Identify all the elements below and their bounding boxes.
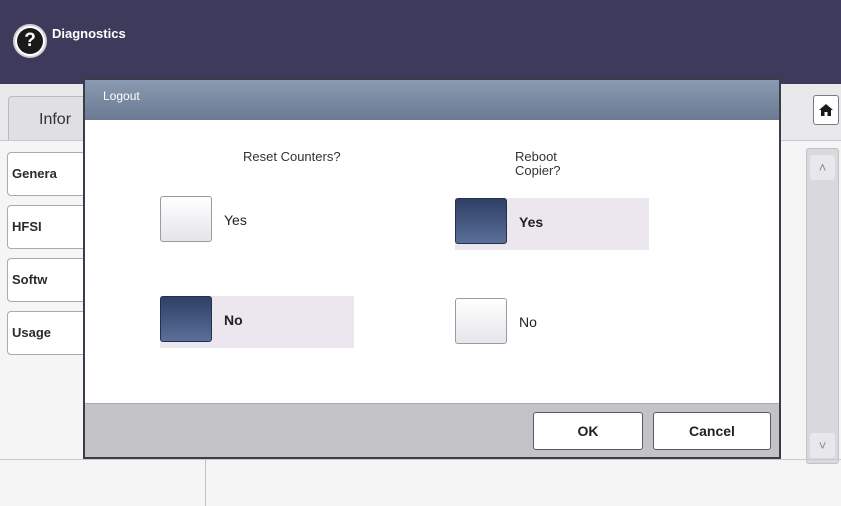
reset-yes-radio[interactable] [160, 196, 212, 242]
help-icon-glyph: ? [17, 28, 43, 54]
scrollbar[interactable]: ˄ ˅ [806, 148, 839, 464]
reboot-copier-label: Reboot Copier? [515, 149, 561, 178]
reboot-no-radio[interactable] [455, 298, 507, 344]
header-bar: ? Diagnostics [0, 0, 841, 84]
reboot-yes-label: Yes [519, 214, 544, 230]
reboot-no-label: No [519, 314, 537, 330]
reset-no-option[interactable]: No [160, 296, 354, 348]
reboot-yes-radio[interactable] [455, 198, 507, 244]
reset-no-label: No [224, 312, 243, 328]
reset-no-radio[interactable] [160, 296, 212, 342]
cancel-button[interactable]: Cancel [653, 412, 771, 450]
home-button[interactable] [813, 95, 839, 125]
divider [0, 459, 841, 460]
reboot-no-option[interactable]: No [455, 298, 655, 350]
reset-counters-label: Reset Counters? [243, 149, 341, 164]
ok-button[interactable]: OK [533, 412, 643, 450]
dialog-title: Logout [85, 80, 779, 120]
divider [205, 460, 206, 506]
reset-yes-option[interactable]: Yes [160, 196, 360, 248]
home-icon [819, 104, 833, 116]
dialog-footer: OK Cancel [85, 403, 779, 457]
logout-dialog: Logout Reset Counters? Yes No Reboot Cop… [83, 78, 781, 459]
reset-yes-label: Yes [224, 212, 247, 228]
help-icon[interactable]: ? [13, 24, 47, 58]
scroll-down-icon[interactable]: ˅ [810, 433, 835, 458]
reboot-yes-option[interactable]: Yes [455, 198, 649, 250]
page-title: Diagnostics [52, 26, 126, 41]
scroll-up-icon[interactable]: ˄ [810, 155, 835, 180]
